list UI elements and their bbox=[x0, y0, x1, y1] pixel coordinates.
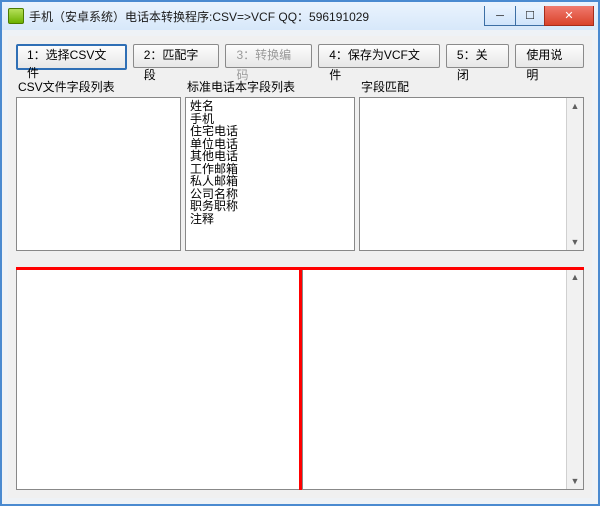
client-area: 1：选择CSV文件 2：匹配字段 3：转换编码 4：保存为VCF文件 5：关闭 … bbox=[8, 36, 592, 498]
scrollbar[interactable]: ▲ ▼ bbox=[566, 269, 583, 489]
match-fields-button[interactable]: 2：匹配字段 bbox=[133, 44, 220, 68]
close-button[interactable]: ✕ bbox=[544, 6, 594, 26]
list-item[interactable]: 住宅电话 bbox=[190, 125, 350, 138]
list-item[interactable]: 私人邮箱 bbox=[190, 175, 350, 188]
minimize-button[interactable]: ─ bbox=[484, 6, 516, 26]
scroll-up-icon[interactable]: ▲ bbox=[567, 269, 583, 285]
window-controls: ─ ☐ ✕ bbox=[485, 6, 594, 26]
maximize-button[interactable]: ☐ bbox=[515, 6, 545, 26]
scroll-up-icon[interactable]: ▲ bbox=[567, 98, 583, 114]
match-header: 字段匹配 bbox=[359, 76, 584, 97]
title-bar: 手机（安卓系统）电话本转换程序:CSV=>VCF QQ：596191029 ─ … bbox=[2, 2, 598, 30]
window-title: 手机（安卓系统）电话本转换程序:CSV=>VCF QQ：596191029 bbox=[29, 8, 485, 25]
scroll-down-icon[interactable]: ▼ bbox=[567, 234, 583, 250]
csv-fields-listbox[interactable] bbox=[16, 97, 181, 251]
vertical-divider bbox=[299, 267, 302, 490]
save-vcf-button[interactable]: 4：保存为VCF文件 bbox=[318, 44, 440, 68]
app-icon bbox=[8, 8, 24, 24]
select-csv-button[interactable]: 1：选择CSV文件 bbox=[16, 44, 127, 70]
std-fields-items: 姓名 手机 住宅电话 单位电话 其他电话 工作邮箱 私人邮箱 公司名称 职务职称… bbox=[186, 98, 354, 227]
upper-panels: CSV文件字段列表 标准电话本字段列表 姓名 手机 住宅电话 单位电话 其他电话… bbox=[8, 76, 592, 251]
lower-right-box: ▲ ▼ bbox=[302, 268, 584, 490]
list-item[interactable]: 注释 bbox=[190, 213, 350, 226]
list-item[interactable]: 其他电话 bbox=[190, 150, 350, 163]
close-app-button[interactable]: 5：关闭 bbox=[446, 44, 509, 68]
std-fields-header: 标准电话本字段列表 bbox=[185, 76, 355, 97]
match-panel: 字段匹配 ▲ ▼ bbox=[359, 76, 584, 251]
app-window: 手机（安卓系统）电话本转换程序:CSV=>VCF QQ：596191029 ─ … bbox=[0, 0, 600, 506]
list-item[interactable]: 职务职称 bbox=[190, 200, 350, 213]
toolbar: 1：选择CSV文件 2：匹配字段 3：转换编码 4：保存为VCF文件 5：关闭 … bbox=[8, 36, 592, 76]
csv-fields-panel: CSV文件字段列表 bbox=[16, 76, 181, 251]
scrollbar[interactable]: ▲ ▼ bbox=[566, 98, 583, 250]
std-fields-panel: 标准电话本字段列表 姓名 手机 住宅电话 单位电话 其他电话 工作邮箱 私人邮箱… bbox=[185, 76, 355, 251]
list-item[interactable]: 姓名 bbox=[190, 100, 350, 113]
csv-fields-header: CSV文件字段列表 bbox=[16, 76, 181, 97]
convert-encoding-button: 3：转换编码 bbox=[225, 44, 312, 68]
std-fields-listbox[interactable]: 姓名 手机 住宅电话 单位电话 其他电话 工作邮箱 私人邮箱 公司名称 职务职称… bbox=[185, 97, 355, 251]
help-button[interactable]: 使用说明 bbox=[515, 44, 584, 68]
match-listbox[interactable]: ▲ ▼ bbox=[359, 97, 584, 251]
lower-left-box bbox=[16, 268, 300, 490]
scroll-down-icon[interactable]: ▼ bbox=[567, 473, 583, 489]
